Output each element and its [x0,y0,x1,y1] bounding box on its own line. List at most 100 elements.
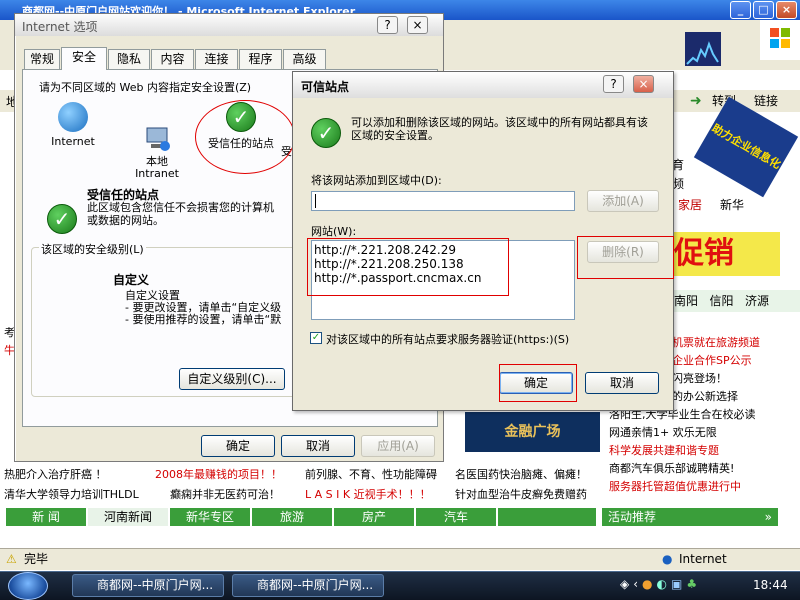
zone-text: Internet [679,552,727,566]
city-link[interactable]: 济源 [745,294,769,308]
news-link[interactable]: 2008年最赚钱的项目！！ [155,466,282,482]
nav-tab-news[interactable]: 新 闻 [6,508,86,526]
news-link[interactable]: 服务器托管超值优惠进行中 [609,478,741,494]
taskbar-button[interactable]: 商都网--中原门户网... [232,574,384,597]
trusted-description: 可以添加和删除该区域的网站。该区域中的所有网站都具有该区域的安全设置。 [351,116,648,142]
trusted-check-icon: ✓ [226,102,256,132]
sale-banner[interactable]: 促销 [674,232,780,276]
nav-tab-blank[interactable] [498,508,596,526]
activity-label: 活动推荐 [608,510,657,524]
golden-plaza-ad[interactable]: 金融广场 [465,412,600,452]
help-button[interactable]: ? [603,75,624,93]
verify-checkbox[interactable]: ✓ [310,332,322,344]
zone-label: Internet [51,135,95,148]
zone-label: 受信任的站点 [208,137,274,150]
nav-tab-travel[interactable]: 旅游 [252,508,332,526]
zone-local-intranet[interactable]: 本地 Intranet [127,102,187,180]
security-level-label: 该区域的安全级别(L) [39,241,146,257]
trusted-sites-dialog: 可信站点 ? × ✓ 可以添加和删除该区域的网站。该区域中的所有网站都具有该区域… [292,71,674,411]
news-link[interactable]: 机票就在旅游频道 [672,334,760,350]
close-button[interactable]: × [407,16,428,34]
tab-content[interactable]: 内容 [151,49,194,69]
tab-general[interactable]: 常规 [24,49,60,69]
news-link[interactable]: 热肥介入治疗肝癌 ！ [4,466,107,482]
site-item[interactable]: http://*.221.208.250.138 [314,257,574,271]
zone-label: 本地 Intranet [135,155,179,180]
tab-privacy[interactable]: 隐私 [108,49,150,69]
tab-programs[interactable]: 程序 [239,49,282,69]
site-item[interactable]: http://*.221.208.242.29 [314,243,574,257]
tab-connections[interactable]: 连接 [195,49,238,69]
city-link[interactable]: 南阳 [674,294,698,308]
speaker-icon[interactable]: ◐ [657,577,671,591]
promo-badge[interactable]: 助力企业信息化 [693,96,799,198]
nav-tab-henan[interactable]: 河南新闻 [88,508,168,526]
zone-description: 此区域包含您信任不会损害您的计算机或数据的网站。 [87,201,274,227]
maximize-button[interactable]: □ [753,1,774,19]
news-link[interactable]: L A S I K 近视手术！！！ [305,486,431,502]
news-link[interactable]: 网通亲情1+ 欢乐无限 [609,424,717,440]
city-link[interactable]: 信阳 [709,294,733,308]
news-link[interactable]: 企业合作SP公示 [672,352,752,368]
clock[interactable]: 18:44 [753,578,788,592]
close-button[interactable]: × [633,75,654,93]
cancel-button[interactable]: 取消 [585,372,659,394]
right-link[interactable]: 新华 [720,196,744,213]
warning-icon: ⚠ [6,552,17,566]
nav-tab-property[interactable]: 房产 [334,508,414,526]
zone-internet[interactable]: Internet [43,102,103,148]
add-button[interactable]: 添加(A) [587,190,659,212]
apply-button[interactable]: 应用(A) [361,435,435,457]
intranet-icon [143,114,171,151]
tab-advanced[interactable]: 高级 [283,49,326,69]
trusted-check-icon: ✓ [47,204,77,234]
network-icon[interactable]: ◈ [620,577,633,591]
news-link[interactable]: 闪亮登场！ [672,370,727,386]
browser-close-button[interactable]: × [776,1,797,19]
add-site-label: 将该网站添加到区域中(D): [311,174,442,187]
links-button[interactable]: 链接 [754,91,778,111]
trusted-check-icon: ✓ [311,118,341,148]
shield-icon[interactable]: ● [642,577,656,591]
ok-button[interactable]: 确定 [499,372,573,394]
tray-app-icon[interactable]: ♣ [686,577,701,591]
zone-instruction: 请为不同区域的 Web 内容指定安全设置(Z) [39,81,252,94]
custom-line: - 要使用推荐的设置，请单击“默 [125,313,282,326]
right-link[interactable]: 家居 [678,196,702,213]
sites-list[interactable]: http://*.221.208.242.29 http://*.221.208… [311,240,575,320]
news-link[interactable]: 清华大学领导力培训THLDL [4,486,139,502]
zone-trusted-sites[interactable]: ✓ 受信任的站点 [203,102,279,150]
news-link[interactable]: 癫痫并非无医药可治！ [170,486,280,502]
monitor-icon[interactable]: ▣ [671,577,686,591]
remove-button[interactable]: 删除(R) [587,241,659,263]
go-arrow-icon[interactable]: ➜ [690,91,702,111]
nav-tab-xinhua[interactable]: 新华专区 [170,508,250,526]
tray-icons: ◈‹●◐▣♣ [620,577,740,595]
status-bar: ⚠ 完毕 ● Internet [0,548,800,570]
status-text: 完毕 [24,552,49,566]
news-link[interactable]: 名医国药快治脑瘫、偏瘫！ [455,466,587,482]
ok-button[interactable]: 确定 [201,435,275,457]
globe-icon [58,102,88,132]
custom-level-button[interactable]: 自定义级别(C)... [179,368,285,390]
news-link[interactable]: 科学发展共建和谐专题 [609,442,719,458]
add-site-input[interactable] [311,191,575,211]
nav-left-icon[interactable]: ‹ [633,577,642,591]
news-link[interactable]: 的办公新选择 [672,388,738,404]
news-link[interactable]: 商都汽车俱乐部诚聘精英! [609,460,734,476]
minimize-button[interactable]: _ [730,1,751,19]
news-link[interactable]: 前列腺、不育、性功能障碍 [305,466,437,482]
taskbar-button[interactable]: 商都网--中原门户网... [72,574,224,597]
site-item[interactable]: http://*.passport.cncmax.cn [314,271,574,285]
custom-title: 自定义 [113,273,150,287]
nav-tab-auto[interactable]: 汽车 [416,508,496,526]
activity-tab[interactable]: 活动推荐 » [602,508,778,526]
news-link[interactable]: 针对血型治牛皮癣免费赠药 [455,486,587,502]
tab-security[interactable]: 安全 [61,47,107,70]
help-button[interactable]: ? [377,16,398,34]
sites-label: 网站(W): [311,225,357,238]
city-links: 南阳 信阳 济源 [674,290,800,312]
windows-logo-icon [760,20,800,60]
start-button[interactable] [8,572,48,600]
cancel-button[interactable]: 取消 [281,435,355,457]
